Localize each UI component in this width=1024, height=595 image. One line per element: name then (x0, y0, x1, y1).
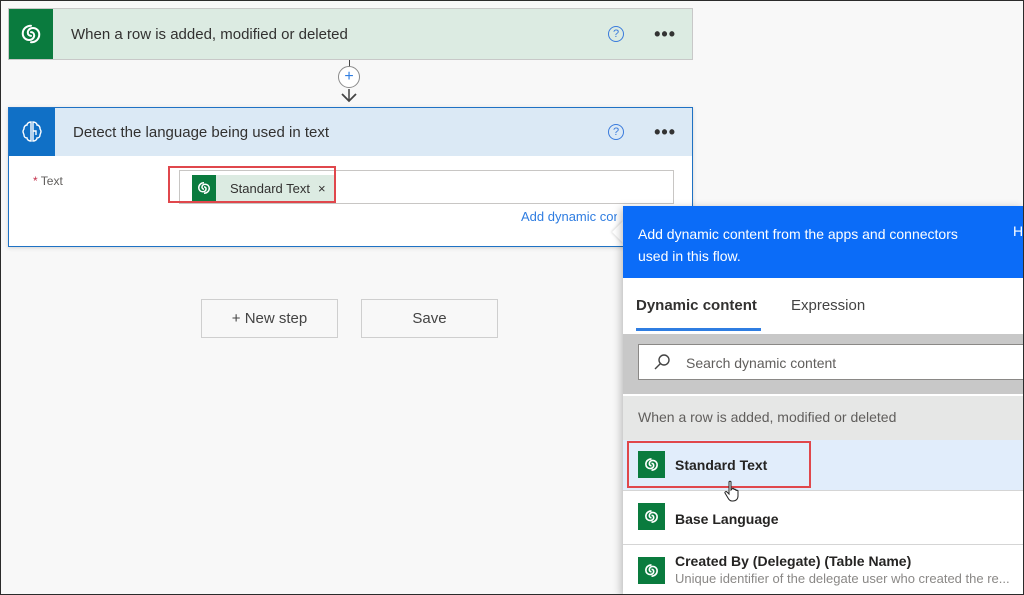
tab-expression[interactable]: Expression (791, 297, 865, 314)
dataverse-icon (638, 503, 665, 530)
hide-link[interactable]: Hide (1013, 223, 1024, 239)
hand-cursor-icon (724, 480, 739, 502)
trigger-title: When a row is added, modified or deleted (71, 25, 348, 43)
list-item[interactable]: Created By (Delegate) (Table Name) Uniqu… (623, 544, 1024, 595)
add-dynamic-content-link[interactable]: Add dynamic content (521, 209, 617, 224)
item-label: Created By (Delegate) (Table Name) (675, 553, 912, 569)
tab-dynamic-content[interactable]: Dynamic content (636, 297, 757, 314)
help-icon[interactable]: ? (608, 26, 625, 42)
dataverse-icon (9, 9, 53, 59)
dataverse-icon (638, 557, 665, 584)
trigger-card[interactable]: When a row is added, modified or deleted… (8, 8, 693, 60)
action-card[interactable]: Detect the language being used in text ?… (8, 107, 693, 247)
more-options-icon[interactable]: ••• (654, 25, 676, 43)
list-item[interactable]: Base Language (623, 490, 1024, 544)
save-button[interactable]: Save (361, 299, 498, 338)
search-input[interactable] (684, 345, 1018, 381)
section-header[interactable]: When a row is added, modified or deleted (623, 396, 1024, 440)
action-title: Detect the language being used in text (73, 123, 330, 141)
ai-brain-icon (9, 108, 55, 156)
panel-description: Add dynamic content from the apps and co… (638, 226, 958, 264)
search-icon (654, 354, 670, 370)
search-band (623, 334, 1024, 394)
new-step-button[interactable]: + New step (201, 299, 338, 338)
item-description: Unique identifier of the delegate user w… (675, 571, 1010, 586)
insert-step-button[interactable]: + (338, 66, 360, 88)
item-label: Base Language (675, 511, 779, 527)
section-label: When a row is added, modified or deleted (638, 409, 897, 425)
highlight-box (627, 441, 811, 488)
dynamic-content-panel: Add dynamic content from the apps and co… (623, 206, 1024, 595)
highlight-box (168, 166, 336, 203)
active-tab-indicator (636, 328, 761, 331)
search-box[interactable] (638, 344, 1024, 381)
text-field-label: * Text (33, 174, 63, 188)
arrow-down-icon (341, 89, 357, 103)
trigger-card-header[interactable]: When a row is added, modified or deleted… (9, 9, 692, 59)
text-field-label-text: Text (40, 174, 63, 188)
panel-tabs: Dynamic content Expression (623, 278, 1024, 334)
help-icon[interactable]: ? (608, 124, 625, 140)
required-marker: * (33, 174, 38, 188)
panel-header: Add dynamic content from the apps and co… (623, 206, 1024, 278)
action-card-header[interactable]: Detect the language being used in text ?… (9, 108, 692, 156)
more-options-icon[interactable]: ••• (654, 123, 676, 141)
